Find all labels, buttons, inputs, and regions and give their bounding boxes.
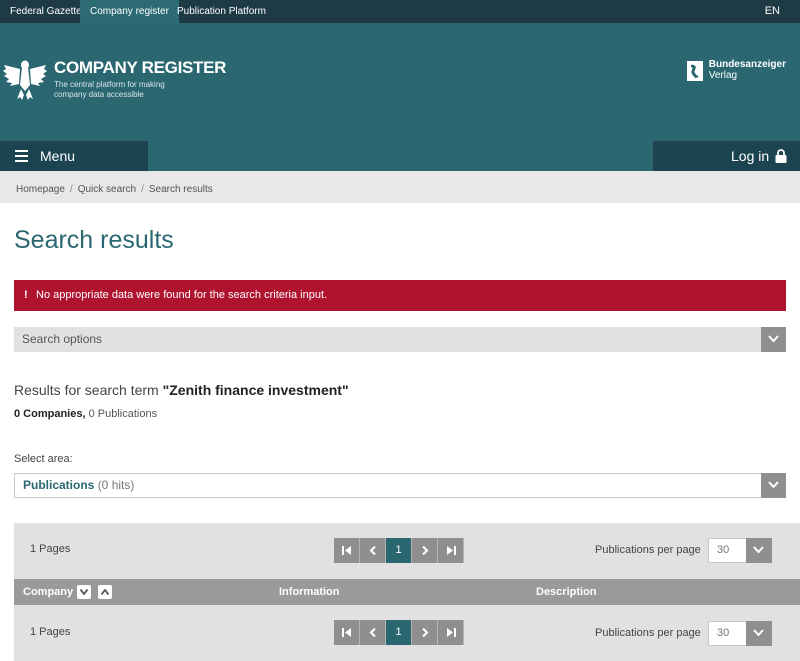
hamburger-icon (15, 150, 28, 162)
last-page-button[interactable] (438, 538, 464, 563)
results-counts: 0 Companies, 0 Publications (14, 408, 157, 420)
search-options-toggle[interactable]: Search options (14, 327, 786, 352)
area-selected: Publications (23, 478, 95, 492)
publisher-emblem-icon (686, 61, 703, 81)
per-page-label: Publications per page (595, 627, 701, 639)
pager-row-bottom: 1 Pages 1 Publications per page 30 (14, 605, 800, 661)
current-page-button[interactable]: 1 (386, 620, 412, 645)
pager-row-top: 1 Pages 1 Publications per page 30 (14, 523, 800, 579)
breadcrumb-separator: / (141, 184, 144, 195)
chevron-down-icon[interactable] (746, 538, 772, 563)
brand-subtitle: The central platform for making company … (54, 80, 165, 99)
menu-button[interactable]: Menu (0, 141, 148, 171)
per-page-value: 30 (717, 544, 730, 556)
next-page-button[interactable] (412, 620, 438, 645)
breadcrumb-separator: / (69, 184, 73, 195)
chevron-down-icon[interactable] (761, 473, 786, 498)
alert-icon: ! (24, 289, 28, 301)
per-page-select[interactable]: 30 (708, 538, 772, 563)
per-page-value: 30 (717, 627, 730, 639)
breadcrumb: Homepage / Quick search / Search results (0, 171, 800, 203)
brand-title[interactable]: COMPANY REGISTER (54, 58, 226, 78)
per-page-label: Publications per page (595, 544, 701, 556)
pagination: 1 (334, 620, 464, 645)
publications-count: 0 Publications (88, 408, 158, 420)
breadcrumb-quick-search[interactable]: Quick search (78, 184, 136, 195)
last-page-button[interactable] (438, 620, 464, 645)
results-panel: 1 Pages 1 Publications per page 30 Compa… (14, 523, 800, 661)
alert-message: No appropriate data were found for the s… (36, 289, 328, 301)
language-switch[interactable]: EN (765, 0, 780, 23)
site-header: COMPANY REGISTER The central platform fo… (0, 23, 800, 171)
tab-company-register[interactable]: Company register (80, 0, 179, 23)
publisher-subname: Verlag (708, 70, 738, 81)
first-page-button[interactable] (334, 620, 360, 645)
sort-ascending-icon[interactable] (98, 585, 112, 599)
menu-label: Menu (40, 148, 76, 164)
area-select[interactable]: Publications (0 hits) (14, 473, 786, 498)
lock-icon (775, 149, 787, 163)
column-company[interactable]: Company (23, 579, 73, 605)
area-hits: (0 hits) (97, 478, 135, 492)
tab-publication-platform[interactable]: Publication Platform (167, 0, 276, 23)
sort-descending-icon[interactable] (77, 585, 91, 599)
pages-count: 1 Pages (30, 543, 71, 555)
first-page-button[interactable] (334, 538, 360, 563)
companies-count: 0 Companies, (14, 408, 86, 420)
search-options-label: Search options (22, 332, 103, 346)
column-description[interactable]: Description (536, 579, 597, 605)
error-alert: ! No appropriate data were found for the… (14, 280, 786, 311)
breadcrumb-current: Search results (148, 184, 213, 195)
breadcrumb-home[interactable]: Homepage (16, 184, 65, 195)
publisher-logo[interactable]: Bundesanzeiger Verlag (686, 59, 786, 85)
prev-page-button[interactable] (360, 538, 386, 563)
page-title: Search results (14, 226, 174, 254)
top-navigation: Federal Gazette Company register Publica… (0, 0, 800, 23)
pagination: 1 (334, 538, 464, 563)
search-term: "Zenith finance investment" (162, 382, 349, 398)
area-label: Select area: (14, 453, 73, 465)
results-heading: Results for search term "Zenith finance … (14, 382, 349, 398)
prev-page-button[interactable] (360, 620, 386, 645)
table-header: Company Information Description (14, 579, 800, 605)
tab-federal-gazette[interactable]: Federal Gazette (0, 0, 92, 23)
next-page-button[interactable] (412, 538, 438, 563)
chevron-down-icon[interactable] (761, 327, 786, 352)
chevron-down-icon[interactable] (746, 621, 772, 646)
current-page-button[interactable]: 1 (386, 538, 412, 563)
pages-count: 1 Pages (30, 626, 71, 638)
login-button[interactable]: Log in (653, 141, 800, 171)
publisher-name: Bundesanzeiger (708, 59, 786, 70)
eagle-logo-icon[interactable] (2, 55, 48, 101)
column-information[interactable]: Information (279, 579, 340, 605)
per-page-select[interactable]: 30 (708, 621, 772, 646)
login-label: Log in (731, 148, 770, 164)
results-prefix: Results for search term (14, 382, 159, 398)
